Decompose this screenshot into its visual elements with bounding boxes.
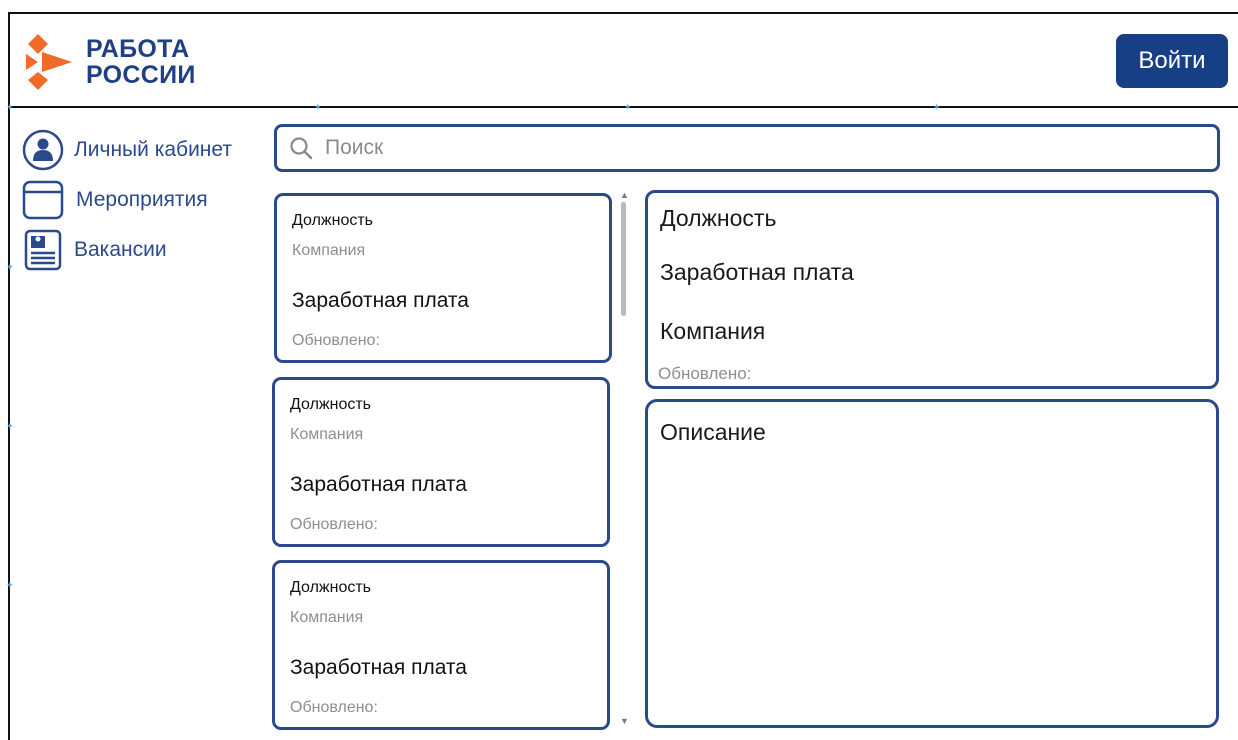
logo-mark-icon bbox=[26, 34, 72, 90]
description-title: Описание bbox=[660, 419, 766, 445]
guide-marker: ✦ bbox=[933, 102, 941, 112]
detail-updated: Обновлено: bbox=[658, 364, 752, 383]
guide-marker: ✦ bbox=[6, 102, 14, 112]
sidebar-item-events[interactable]: Мероприятия bbox=[22, 179, 208, 221]
search-input[interactable] bbox=[325, 136, 1205, 160]
scroll-up-arrow-icon[interactable]: ▲ bbox=[620, 190, 629, 200]
login-button[interactable]: Войти bbox=[1116, 34, 1228, 88]
sidebar-item-label: Мероприятия bbox=[76, 188, 208, 211]
guide-marker: ✦ bbox=[6, 421, 14, 431]
vacancy-company: Компания bbox=[290, 609, 364, 626]
vacancy-description-panel: Описание bbox=[645, 399, 1219, 728]
scroll-down-arrow-icon[interactable]: ▼ bbox=[620, 716, 629, 726]
vacancy-salary: Заработная плата bbox=[290, 473, 467, 496]
vacancy-updated: Обновлено: bbox=[292, 332, 380, 349]
vacancy-card[interactable]: Должность Компания Заработная плата Обно… bbox=[272, 377, 610, 547]
vacancy-card[interactable]: Должность Компания Заработная плата Обно… bbox=[274, 193, 612, 363]
search-icon bbox=[290, 137, 313, 160]
vacancy-company: Компания bbox=[290, 426, 364, 443]
sidebar-item-vacancies[interactable]: Вакансии bbox=[22, 229, 167, 271]
guide-marker: ✦ bbox=[6, 580, 14, 590]
vacancy-salary: Заработная плата bbox=[292, 289, 469, 312]
calendar-icon bbox=[22, 179, 64, 221]
vacancy-list-scrollbar[interactable]: ▲ ▼ bbox=[618, 190, 630, 730]
sidebar-item-label: Вакансии bbox=[74, 238, 167, 261]
vacancy-updated: Обновлено: bbox=[290, 699, 378, 716]
detail-salary: Заработная плата bbox=[660, 259, 854, 285]
logo-text: РАБОТА РОССИИ bbox=[86, 36, 196, 88]
user-circle-icon bbox=[22, 129, 64, 171]
guide-marker: ✦ bbox=[314, 102, 322, 112]
sidebar-item-label: Личный кабинет bbox=[74, 138, 232, 161]
scroll-thumb[interactable] bbox=[621, 202, 626, 316]
vacancy-company: Компания bbox=[292, 242, 366, 259]
vacancy-position: Должность bbox=[290, 579, 371, 596]
guide-marker: ✦ bbox=[624, 102, 632, 112]
logo-line-2: РОССИИ bbox=[86, 61, 196, 89]
vacancy-position: Должность bbox=[292, 212, 373, 229]
guide-marker: ✦ bbox=[6, 262, 14, 272]
vacancy-detail-panel: Должность Заработная плата Компания Обно… bbox=[645, 190, 1219, 389]
sidebar-item-profile[interactable]: Личный кабинет bbox=[22, 129, 232, 171]
document-icon bbox=[22, 229, 64, 271]
detail-position: Должность bbox=[660, 205, 777, 231]
vacancy-salary: Заработная плата bbox=[290, 656, 467, 679]
vacancy-card[interactable]: Должность Компания Заработная плата Обно… bbox=[272, 560, 610, 730]
logo[interactable]: РАБОТА РОССИИ bbox=[24, 34, 224, 94]
vacancy-position: Должность bbox=[290, 396, 371, 413]
detail-company: Компания bbox=[660, 318, 766, 344]
app-header: РАБОТА РОССИИ Войти bbox=[10, 14, 1238, 108]
vacancy-updated: Обновлено: bbox=[290, 516, 378, 533]
logo-line-1: РАБОТА bbox=[86, 35, 190, 63]
search-bar[interactable] bbox=[274, 124, 1220, 172]
